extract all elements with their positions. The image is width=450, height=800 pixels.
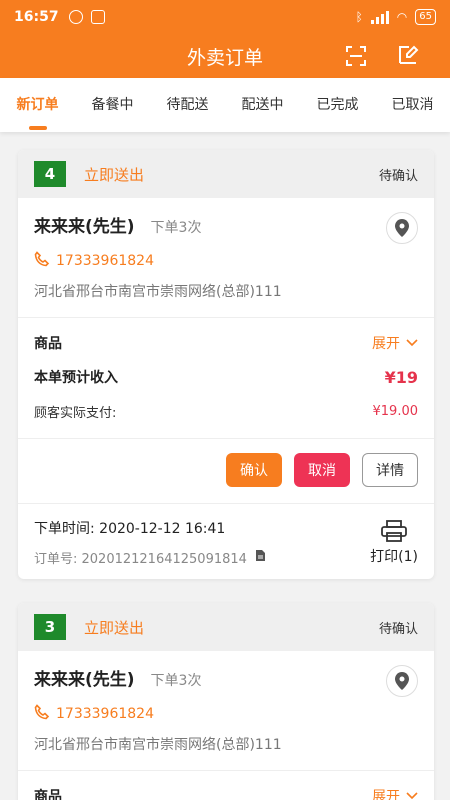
tab-to-deliver[interactable]: 待配送	[150, 78, 225, 132]
paid-value: ¥19.00	[372, 403, 419, 419]
order-summary: 商品 展开 本单预计收入 ¥19 顾客实际支付: ¥19.00	[18, 318, 434, 428]
printer-icon	[381, 519, 407, 542]
copy-icon[interactable]	[255, 549, 266, 566]
order-status: 待确认	[378, 168, 418, 184]
expand-label: 展开	[372, 336, 400, 352]
order-count: 下单3次	[150, 220, 202, 236]
goods-label: 商品	[34, 789, 62, 800]
wifi-icon: ◠	[396, 10, 408, 24]
notification-icon	[90, 10, 105, 24]
edit-icon[interactable]	[396, 43, 420, 67]
expand-label: 展开	[372, 789, 400, 800]
signal-icon	[370, 10, 389, 24]
order-tabs: 新订单 备餐中 待配送 配送中 已完成 已取消	[0, 78, 450, 132]
status-time: 16:57	[14, 9, 59, 25]
title-row: 外卖订单	[0, 34, 450, 78]
order-card: 3 立即送出 待确认 来来来(先生) 下单3次 17333961824 河北省邢…	[18, 603, 434, 800]
order-footer: 下单时间: 2020-12-12 16:41 订单号: 202012121641…	[18, 503, 434, 579]
location-icon[interactable]	[386, 665, 418, 697]
customer-address: 河北省邢台市南宫市崇雨网络(总部)111	[34, 284, 282, 300]
expand-toggle[interactable]: 展开	[372, 333, 418, 353]
order-status: 待确认	[378, 621, 418, 637]
scan-icon[interactable]	[344, 44, 368, 68]
income-label: 本单预计收入	[34, 370, 118, 386]
cancel-button[interactable]: 取消	[294, 453, 350, 487]
delivery-type: 立即送出	[84, 618, 145, 637]
order-card: 4 立即送出 待确认 来来来(先生) 下单3次 17333961824 河北省邢…	[18, 150, 434, 579]
customer-phone[interactable]: 17333961824	[56, 706, 154, 722]
battery-icon: 65	[415, 9, 436, 25]
expand-toggle[interactable]: 展开	[372, 786, 418, 800]
tab-completed[interactable]: 已完成	[300, 78, 375, 132]
print-button[interactable]: 打印(1)	[370, 518, 418, 567]
print-label: 打印(1)	[370, 548, 418, 565]
order-actions: 确认 取消 详情	[18, 438, 434, 503]
confirm-button[interactable]: 确认	[226, 453, 282, 487]
chevron-down-icon	[406, 792, 418, 800]
income-value: ¥19	[384, 367, 418, 387]
delivery-type: 立即送出	[84, 165, 145, 184]
customer-name: 来来来(先生)	[34, 217, 135, 237]
customer-address: 河北省邢台市南宫市崇雨网络(总部)111	[34, 737, 282, 753]
order-number: 订单号: 20201212164125091814	[34, 552, 247, 567]
order-number-badge: 4	[34, 161, 66, 187]
tab-new[interactable]: 新订单	[0, 78, 75, 132]
tab-cancelled[interactable]: 已取消	[375, 78, 450, 132]
phone-icon[interactable]	[34, 251, 50, 271]
tab-preparing[interactable]: 备餐中	[75, 78, 150, 132]
order-card-header: 4 立即送出 待确认	[18, 150, 434, 198]
page-title: 外卖订单	[186, 46, 263, 69]
detail-button[interactable]: 详情	[362, 453, 418, 487]
order-summary: 商品 展开	[18, 771, 434, 800]
tab-delivering[interactable]: 配送中	[225, 78, 300, 132]
order-count: 下单3次	[150, 673, 202, 689]
app-header: 16:57 ᛒ ◠ 65 外卖订单	[0, 0, 450, 78]
alarm-icon	[68, 10, 83, 24]
location-icon[interactable]	[386, 212, 418, 244]
bluetooth-icon: ᛒ	[355, 10, 363, 24]
goods-label: 商品	[34, 336, 62, 352]
order-time: 下单时间: 2020-12-12 16:41	[34, 521, 226, 537]
customer-info: 来来来(先生) 下单3次 17333961824 河北省邢台市南宫市崇雨网络(总…	[18, 651, 434, 754]
status-bar: 16:57 ᛒ ◠ 65	[0, 0, 450, 34]
customer-phone[interactable]: 17333961824	[56, 253, 154, 269]
customer-info: 来来来(先生) 下单3次 17333961824 河北省邢台市南宫市崇雨网络(总…	[18, 198, 434, 301]
chevron-down-icon	[406, 339, 418, 347]
customer-name: 来来来(先生)	[34, 670, 135, 690]
phone-icon[interactable]	[34, 704, 50, 724]
order-card-header: 3 立即送出 待确认	[18, 603, 434, 651]
order-number-badge: 3	[34, 614, 66, 640]
paid-label: 顾客实际支付:	[34, 405, 117, 421]
